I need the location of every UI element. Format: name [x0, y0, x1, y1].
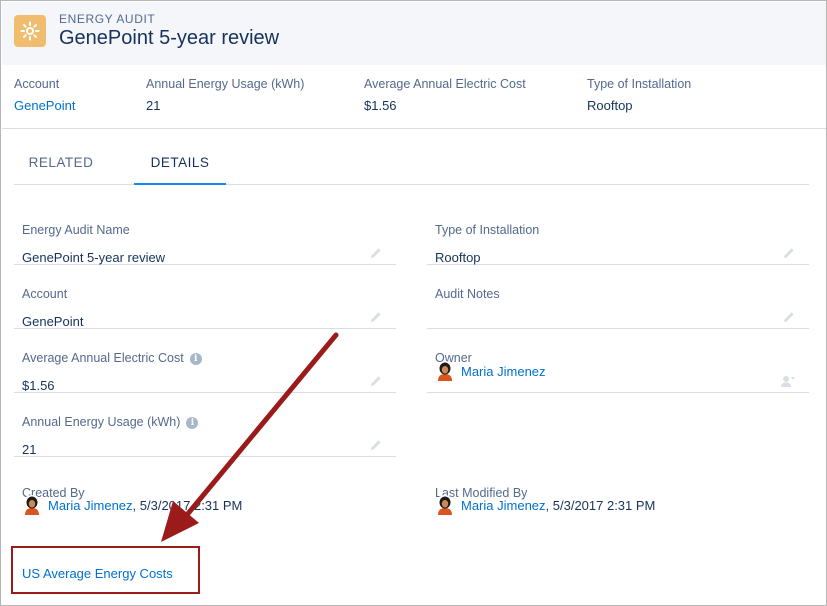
highlight-account: Account GenePoint	[14, 77, 75, 113]
change-owner-icon[interactable]	[781, 375, 795, 387]
user-avatar	[435, 495, 455, 515]
tab-details[interactable]: DETAILS	[134, 141, 226, 185]
highlight-value: 21	[146, 98, 161, 113]
page-title: GenePoint 5-year review	[59, 27, 280, 49]
field-type-of-installation: Type of Installation Rooftop	[427, 201, 809, 265]
field-label: Average Annual Electric Cost	[22, 351, 184, 365]
highlight-installation-type: Type of Installation Rooftop	[587, 77, 691, 113]
field-audit-notes: Audit Notes	[427, 265, 809, 329]
highlight-label: Average Annual Electric Cost	[364, 77, 526, 91]
pencil-icon[interactable]	[370, 439, 382, 451]
account-field-link[interactable]: GenePoint	[22, 314, 83, 329]
field-annual-energy-usage: Annual Energy Usage (kWh) i 21	[14, 393, 396, 457]
tab-related[interactable]: RELATED	[14, 141, 108, 184]
field-created-by: Created By Maria Jimenez, 5/3/2017 2:31 …	[14, 464, 396, 528]
field-value: Rooftop	[435, 250, 481, 265]
pencil-icon[interactable]	[370, 375, 382, 387]
last-modified-by-date: , 5/3/2017 2:31 PM	[545, 498, 656, 513]
pencil-icon[interactable]	[370, 247, 382, 259]
last-modified-by-value: Maria Jimenez, 5/3/2017 2:31 PM	[435, 495, 655, 515]
field-label: Energy Audit Name	[22, 223, 130, 237]
field-last-modified-by: Last Modified By Maria Jimenez, 5/3/2017…	[427, 464, 809, 528]
highlights-panel: Account GenePoint Annual Energy Usage (k…	[2, 65, 826, 129]
highlight-label: Type of Installation	[587, 77, 692, 91]
field-label: Audit Notes	[435, 287, 500, 301]
field-owner: Owner Maria Jimenez	[427, 329, 809, 393]
field-value: $1.56	[22, 378, 55, 393]
field-value: 21	[22, 442, 37, 457]
account-link[interactable]: GenePoint	[14, 98, 75, 113]
record-page: ENERGY AUDIT GenePoint 5-year review Acc…	[0, 0, 827, 606]
record-tabs: RELATED DETAILS	[14, 141, 809, 185]
pencil-icon[interactable]	[783, 247, 795, 259]
field-label: Annual Energy Usage (kWh)	[22, 415, 181, 429]
field-value: GenePoint 5-year review	[22, 250, 166, 265]
highlight-value: $1.56	[364, 98, 397, 113]
pencil-icon[interactable]	[370, 311, 382, 323]
object-type-label: ENERGY AUDIT	[59, 12, 156, 26]
info-icon[interactable]: i	[189, 353, 202, 365]
field-account: Account GenePoint	[14, 265, 396, 329]
highlight-value: Rooftop	[587, 98, 633, 113]
user-avatar	[435, 361, 455, 381]
field-label: Type of Installation	[435, 223, 540, 237]
field-label: Account	[22, 287, 68, 301]
highlight-label: Annual Energy Usage (kWh)	[146, 77, 305, 91]
field-label-wrap: Annual Energy Usage (kWh) i	[22, 415, 199, 429]
user-avatar	[22, 495, 42, 515]
created-by-user-link[interactable]: Maria Jimenez	[48, 498, 133, 513]
annotation-highlight-box	[11, 546, 200, 594]
energy-audit-icon	[14, 15, 46, 47]
info-icon[interactable]: i	[186, 417, 199, 429]
field-label-wrap: Average Annual Electric Cost i	[22, 351, 202, 365]
highlight-electric-cost: Average Annual Electric Cost $1.56	[364, 77, 526, 113]
pencil-icon[interactable]	[783, 311, 795, 323]
owner-value: Maria Jimenez	[435, 361, 546, 381]
record-header: ENERGY AUDIT GenePoint 5-year review	[2, 2, 826, 65]
owner-user-link[interactable]: Maria Jimenez	[461, 364, 546, 379]
field-avg-electric-cost: Average Annual Electric Cost i $1.56	[14, 329, 396, 393]
field-energy-audit-name: Energy Audit Name GenePoint 5-year revie…	[14, 201, 396, 265]
highlight-label: Account	[14, 77, 60, 91]
created-by-value: Maria Jimenez, 5/3/2017 2:31 PM	[22, 495, 242, 515]
highlight-energy-usage: Annual Energy Usage (kWh) 21	[146, 77, 304, 113]
created-by-date: , 5/3/2017 2:31 PM	[132, 498, 243, 513]
last-modified-by-user-link[interactable]: Maria Jimenez	[461, 498, 546, 513]
